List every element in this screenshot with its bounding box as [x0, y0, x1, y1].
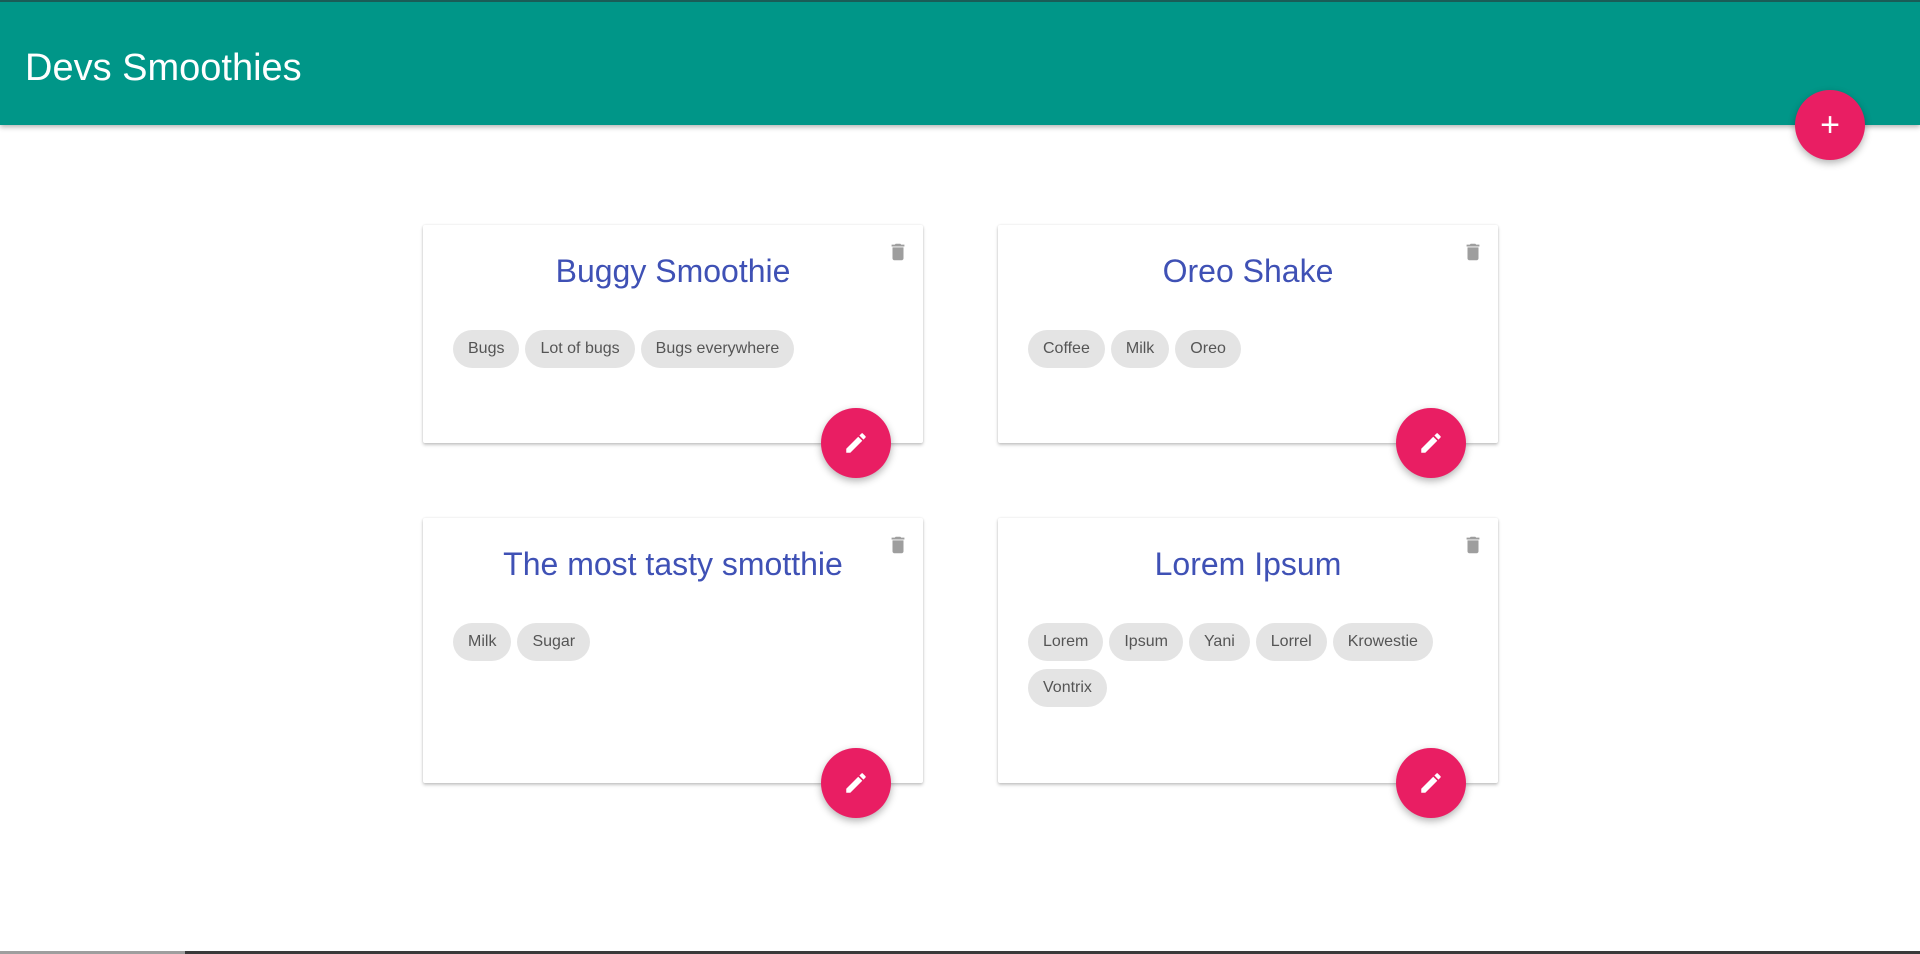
- ingredient-chip: Oreo: [1175, 330, 1241, 368]
- ingredient-chip: Lorem: [1028, 623, 1104, 661]
- edit-smoothie-button[interactable]: [821, 748, 891, 818]
- ingredient-list: Milk Sugar: [453, 623, 893, 661]
- ingredient-chip: Ipsum: [1109, 623, 1183, 661]
- ingredient-list: Coffee Milk Oreo: [1028, 330, 1468, 368]
- smoothie-card: Lorem Ipsum Lorem Ipsum Yani Lorrel Krow…: [998, 518, 1498, 818]
- app-title: Devs Smoothies: [25, 47, 302, 89]
- ingredient-list: Lorem Ipsum Yani Lorrel Krowestie Vontri…: [1028, 623, 1468, 707]
- pencil-icon: [1421, 433, 1441, 453]
- smoothie-card: Buggy Smoothie Bugs Lot of bugs Bugs eve…: [423, 225, 923, 478]
- smoothie-title: The most tasty smotthie: [503, 546, 843, 582]
- ingredient-chip: Milk: [453, 623, 512, 661]
- edit-smoothie-button[interactable]: [1396, 748, 1466, 818]
- ingredient-chip: Lorrel: [1255, 623, 1327, 661]
- app-bar: Devs Smoothies: [0, 0, 1920, 125]
- smoothie-card: Oreo Shake Coffee Milk Oreo: [998, 225, 1498, 478]
- edit-smoothie-button[interactable]: [1396, 408, 1466, 478]
- smoothie-title: Lorem Ipsum: [1154, 546, 1342, 582]
- ingredient-chip: Bugs everywhere: [640, 330, 795, 368]
- ingredient-chip: Coffee: [1028, 330, 1105, 368]
- ingredient-chip: Yani: [1188, 623, 1250, 661]
- pencil-icon: [1421, 773, 1441, 793]
- ingredient-chip: Lot of bugs: [525, 330, 635, 368]
- ingredient-chip: Vontrix: [1028, 669, 1107, 707]
- pencil-icon: [846, 773, 866, 793]
- plus-icon: +: [1820, 106, 1840, 144]
- edit-smoothie-button[interactable]: [821, 408, 891, 478]
- add-smoothie-button[interactable]: +: [1795, 90, 1865, 160]
- ingredient-chip: Milk: [1110, 330, 1170, 368]
- smoothie-title: Buggy Smoothie: [555, 253, 791, 289]
- ingredient-chip: Sugar: [517, 623, 591, 661]
- ingredient-list: Bugs Lot of bugs Bugs everywhere: [453, 330, 893, 368]
- ingredient-chip: Bugs: [453, 330, 520, 368]
- ingredient-chip: Krowestie: [1332, 623, 1433, 661]
- smoothie-title: Oreo Shake: [1162, 253, 1334, 289]
- smoothie-card: The most tasty smotthie Milk Sugar: [423, 518, 923, 818]
- pencil-icon: [846, 433, 866, 453]
